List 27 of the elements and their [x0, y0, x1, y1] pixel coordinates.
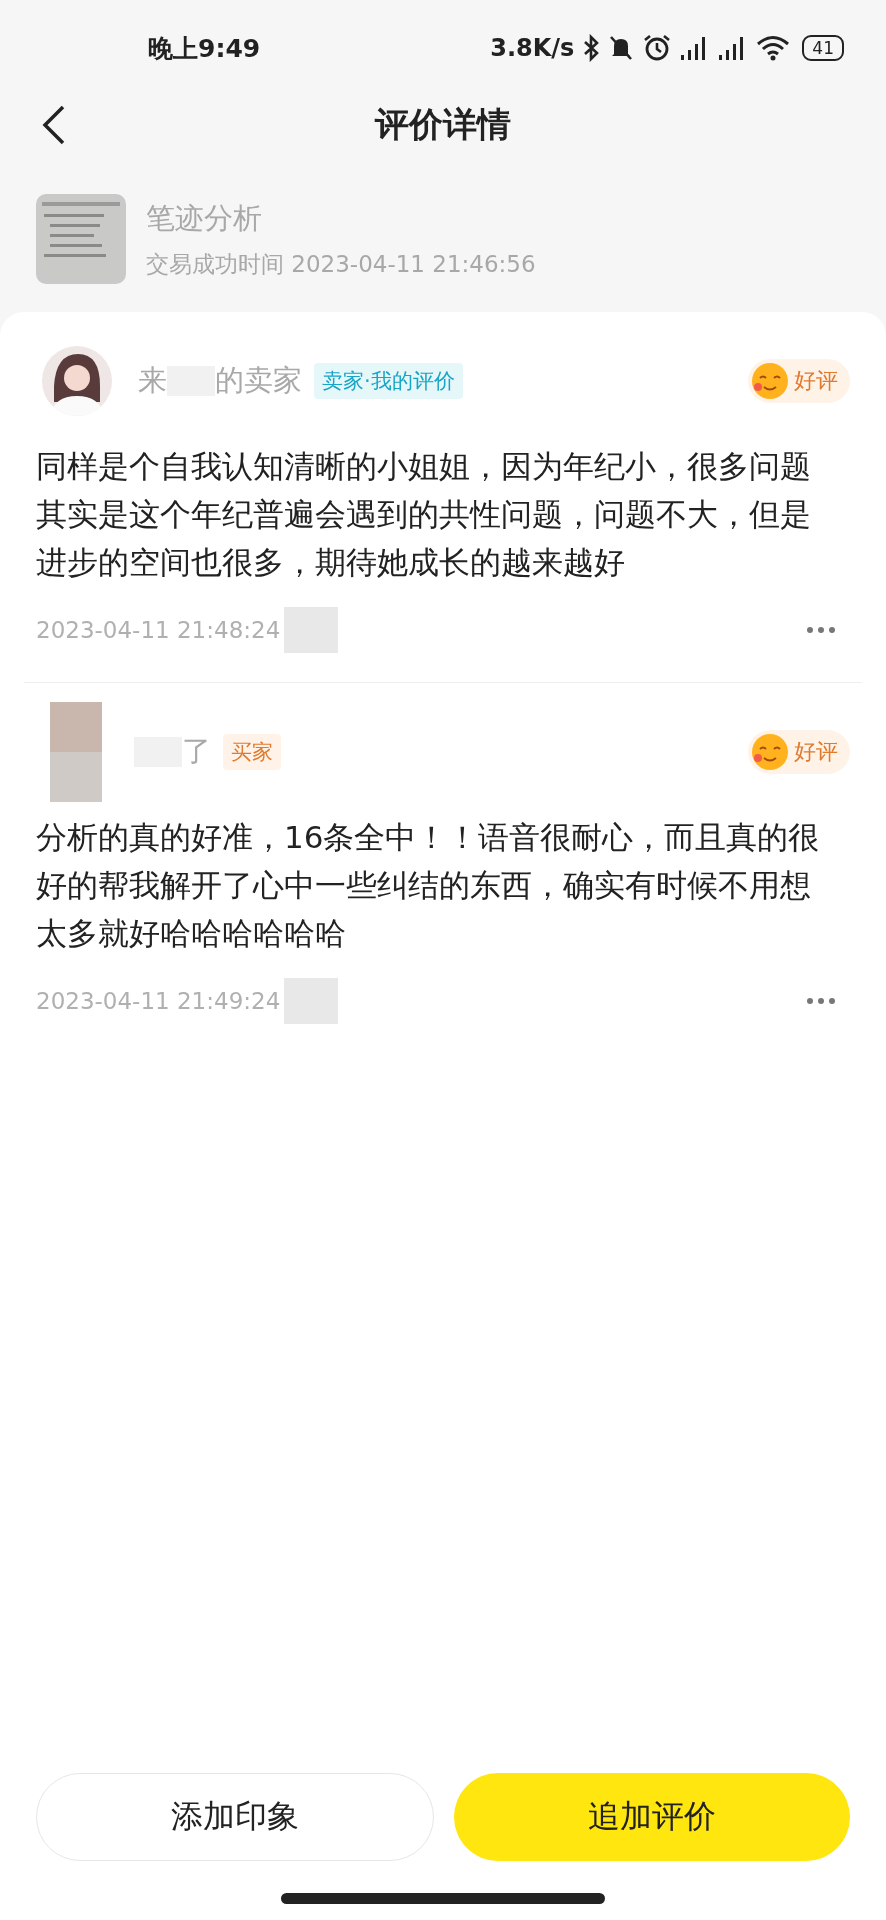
page-title: 评价详情: [375, 103, 511, 146]
review-text: 同样是个自我认知清晰的小姐姐，因为年纪小，很多问题 其实是这个年纪普遍会遇到的共性问题，问题不大，但是 进步的空间也很多，期待她成长的越来越好: [36, 447, 812, 582]
battery-level: 41: [802, 35, 844, 61]
reviewer-name: 来: [138, 362, 167, 399]
action-button[interactable]: 追加评价: [454, 1773, 850, 1861]
mute-bell-icon: [608, 34, 635, 62]
network-speed: 3.8K/s: [490, 34, 575, 62]
more-icon[interactable]: [806, 626, 836, 634]
wifi-icon: [756, 35, 791, 61]
role-tag: 买家: [223, 734, 281, 770]
back-icon[interactable]: [42, 105, 66, 145]
trade-time: 交易成功时间 2023-04-11 21:46:56: [146, 249, 536, 279]
reviewer-name: 了: [182, 733, 211, 770]
more-icon[interactable]: [806, 997, 836, 1005]
bluetooth-icon: [582, 34, 601, 62]
status-time: 晚上9:49: [148, 32, 261, 65]
reviewer-name: 的卖家: [215, 362, 302, 399]
review-date: 2023-04-11 21:49:24: [36, 988, 281, 1014]
role-tag: 卖家·我的评价: [314, 363, 463, 399]
action-button[interactable]: 添加印象: [36, 1773, 434, 1861]
review-date: 2023-04-11 21:48:24: [36, 617, 281, 643]
smiley-icon: [750, 732, 790, 772]
rating-label: 好评: [794, 367, 838, 395]
smiley-icon: [750, 361, 790, 401]
review-text: 分析的真的好准，16条全中！！语音很耐心，而且真的很 好的帮我解开了心中一些纠结的东西，确实有时候不用想 太多就好哈哈哈哈哈哈: [36, 818, 821, 953]
rating-label: 好评: [794, 738, 838, 766]
product-title: 笔迹分析: [146, 199, 263, 237]
